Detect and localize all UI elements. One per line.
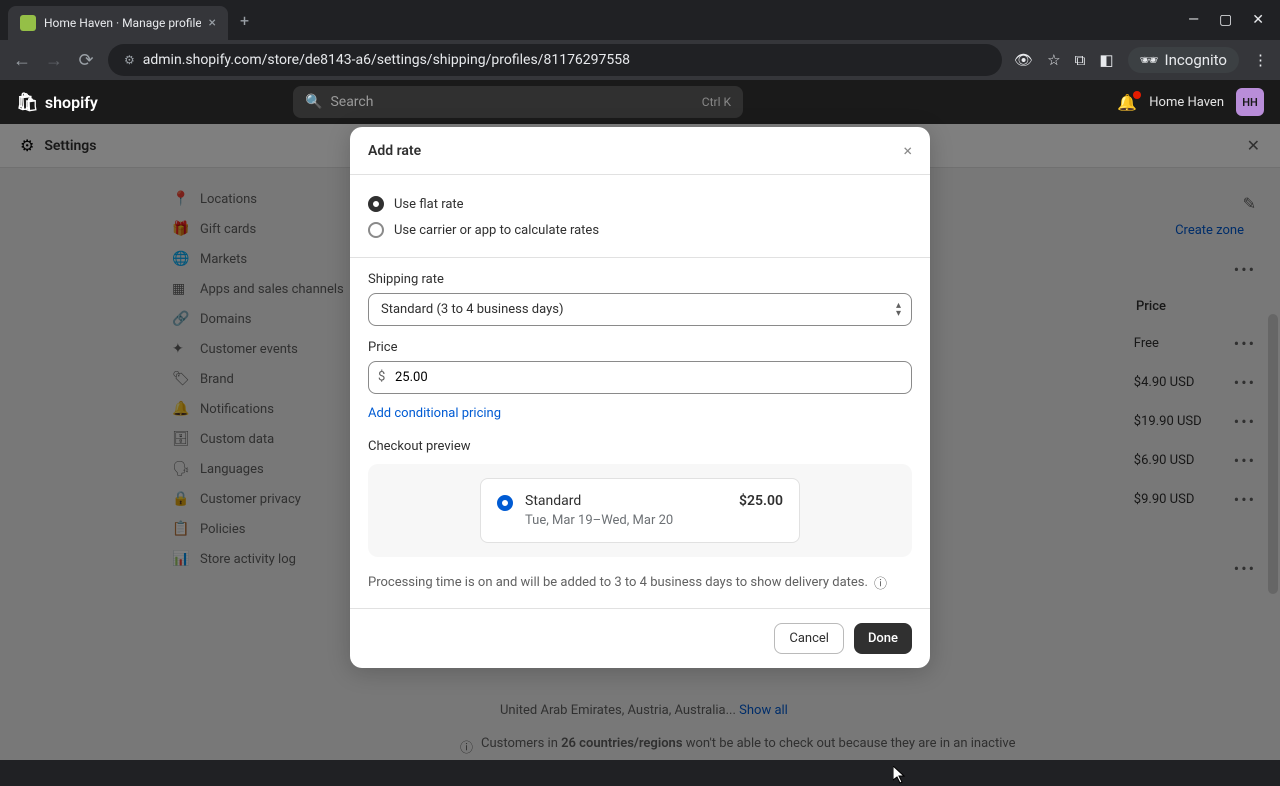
add-rate-modal: Add rate × Use flat rate Use carrier or … — [350, 127, 930, 668]
radio-icon — [368, 222, 384, 238]
search-icon: 🔍 — [305, 94, 322, 110]
browser-tab-bar: Home Haven · Manage profile × + ― ▢ ✕ — [0, 0, 1280, 40]
favicon — [20, 15, 36, 31]
radio-flat-rate[interactable]: Use flat rate — [368, 191, 912, 217]
modal-title: Add rate — [368, 143, 421, 159]
checkout-preview-label: Checkout preview — [368, 439, 912, 454]
shopify-logo-icon: 🛍 — [16, 92, 39, 113]
currency-symbol: $ — [378, 370, 385, 385]
preview-delivery-date: Tue, Mar 19–Wed, Mar 20 — [525, 513, 673, 528]
search-input[interactable]: 🔍 Search Ctrl K — [293, 86, 743, 118]
conditional-pricing-link[interactable]: Add conditional pricing — [368, 406, 501, 421]
bookmark-icon[interactable]: ☆ — [1047, 51, 1060, 69]
minimize-icon[interactable]: ― — [1188, 12, 1199, 28]
search-shortcut: Ctrl K — [702, 95, 731, 109]
back-button[interactable]: ← — [12, 50, 32, 71]
cursor-icon — [893, 766, 909, 786]
search-placeholder: Search — [330, 94, 373, 110]
tab-title: Home Haven · Manage profile — [44, 16, 201, 30]
window-controls: ― ▢ ✕ — [1188, 12, 1272, 28]
price-input[interactable] — [368, 361, 912, 394]
incognito-badge[interactable]: 🕶 Incognito — [1128, 47, 1240, 73]
shipping-rate-label: Shipping rate — [368, 272, 912, 287]
close-tab-icon[interactable]: × — [209, 15, 216, 31]
store-name: Home Haven — [1149, 95, 1224, 110]
cancel-button[interactable]: Cancel — [774, 623, 844, 654]
address-bar[interactable]: ⚙ admin.shopify.com/store/de8143-a6/sett… — [108, 44, 1002, 76]
price-label: Price — [368, 340, 912, 355]
avatar[interactable]: HH — [1236, 88, 1264, 116]
preview-radio-icon — [497, 495, 513, 511]
browser-tab[interactable]: Home Haven · Manage profile × — [8, 6, 228, 40]
info-icon[interactable]: ⓘ — [874, 573, 887, 592]
shopify-logo[interactable]: 🛍 shopify — [16, 92, 98, 113]
eye-off-icon[interactable]: 👁 — [1014, 51, 1033, 69]
browser-toolbar: ← → ⟳ ⚙ admin.shopify.com/store/de8143-a… — [0, 40, 1280, 80]
radio-icon — [368, 196, 384, 212]
notification-badge — [1133, 91, 1141, 99]
forward-button[interactable]: → — [44, 50, 64, 71]
notifications-button[interactable]: 🔔 — [1117, 93, 1137, 112]
browser-menu-icon[interactable]: ⋮ — [1253, 51, 1268, 69]
maximize-icon[interactable]: ▢ — [1219, 12, 1232, 28]
chevron-updown-icon: ▴▾ — [896, 302, 901, 318]
close-window-icon[interactable]: ✕ — [1252, 12, 1264, 28]
sidepanel-icon[interactable]: ◧ — [1099, 51, 1113, 69]
site-info-icon[interactable]: ⚙ — [124, 53, 135, 67]
reload-button[interactable]: ⟳ — [76, 50, 96, 71]
extensions-icon[interactable]: ⧉ — [1075, 51, 1086, 69]
close-modal-icon[interactable]: × — [903, 141, 912, 160]
new-tab-button[interactable]: + — [240, 11, 249, 30]
done-button[interactable]: Done — [854, 623, 912, 654]
radio-carrier[interactable]: Use carrier or app to calculate rates — [368, 217, 912, 243]
processing-note: Processing time is on and will be added … — [368, 573, 912, 592]
app-header: 🛍 shopify 🔍 Search Ctrl K 🔔 Home Haven H… — [0, 80, 1280, 124]
checkout-preview: Standard Tue, Mar 19–Wed, Mar 20 $25.00 — [368, 464, 912, 557]
preview-rate-name: Standard — [525, 493, 673, 509]
preview-price: $25.00 — [739, 493, 783, 509]
shipping-rate-select[interactable]: Standard (3 to 4 business days) ▴▾ — [368, 293, 912, 326]
incognito-icon: 🕶 — [1140, 51, 1159, 69]
url-text: admin.shopify.com/store/de8143-a6/settin… — [143, 52, 630, 68]
